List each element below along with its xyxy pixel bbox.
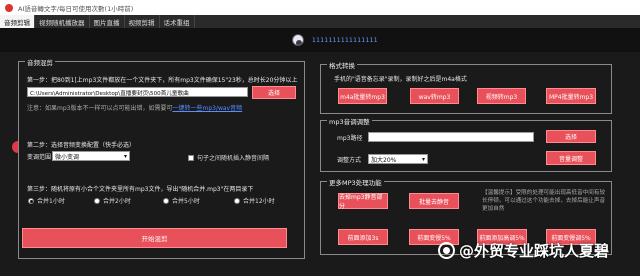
select-folder-button[interactable]: 选择 (252, 86, 296, 99)
note-text: 注意：如果mp3版本不一样可以点可能出错，如需要可一键转一些mp3/wav音频 (27, 103, 242, 112)
chevron-down-icon: ▾ (123, 152, 127, 160)
variation-select[interactable]: 微小变调 ▾ (52, 151, 130, 161)
add-3s-button[interactable]: 前面添加3s (338, 229, 388, 245)
tab-image-live[interactable]: 图片直播 (90, 15, 125, 28)
mp3-path-field[interactable] (368, 132, 534, 142)
folder-path-field[interactable]: C:\Users\Administrator\Desktop\直播要封页\500… (27, 87, 248, 97)
note-label: 注意：如果mp3版本不一样可以点可能出错，如需要可 (27, 105, 173, 112)
m4a-to-mp3-button[interactable]: m4a批量转mp3 (338, 88, 387, 104)
radio-label-5h: 合并5小时 (172, 198, 200, 205)
variation-label: 变调范围 (27, 154, 52, 161)
watermark-text: @外贸专业踩坑人夏碧 (459, 242, 610, 260)
select-mp3-button[interactable]: 选择 (546, 130, 596, 143)
tab-video-player[interactable]: 视频随机播放器 (35, 15, 90, 28)
watermark-icon (438, 242, 455, 259)
mp4-to-mp3-button[interactable]: MP4批量转mp3 (546, 88, 596, 104)
step2-text: 第二步：选择音频变换配置（快手必选） (27, 142, 136, 149)
wav-to-mp3-button[interactable]: wav转mp3 (410, 88, 459, 104)
convert-link[interactable]: 一键转一些mp3/wav音频 (172, 105, 242, 112)
tab-video-edit[interactable]: 视频剪辑 (125, 15, 160, 28)
mode-value: 加大20% (371, 156, 397, 164)
remove-silence-button[interactable]: 去掉mp3静音部分 (338, 193, 388, 210)
silence-checkbox[interactable]: 句子之间随机插入静音间隔 (188, 153, 269, 162)
menu-bar: 音频剪辑 视频随机播放器 图片直播 视频剪辑 话术重组 (0, 15, 640, 28)
tab-script-recombine[interactable]: 话术重组 (160, 15, 195, 28)
app-logo-icon (5, 3, 13, 12)
radio-dot-1h[interactable] (28, 197, 34, 204)
radio-12h[interactable]: 合并12小时 (234, 196, 275, 205)
radio-2h[interactable]: 合并2小时 (94, 196, 131, 205)
tune-title: mp3音调调整 (327, 116, 372, 126)
audio-merge-title: 音频混剪 (25, 57, 55, 67)
format-desc: 手机的"语音备忘录"录制，录制好之后是m4a格式 (334, 76, 467, 83)
radio-dot-12h[interactable] (234, 197, 240, 204)
mode-select[interactable]: 加大20% ▾ (368, 154, 428, 164)
volume-adjust-button[interactable]: 音量调整 (546, 151, 596, 165)
tab-audio-edit[interactable]: 音频剪辑 (0, 15, 35, 28)
more-title: 更多MP3处理功能 (327, 177, 384, 187)
radio-5h[interactable]: 合并5小时 (163, 196, 200, 205)
radio-dot-5h[interactable] (163, 197, 169, 204)
user-name: 1111111111111111 (312, 37, 378, 44)
radio-label-2h: 合并2小时 (103, 198, 131, 205)
checkbox-box[interactable] (188, 154, 194, 161)
silence-label: 句子之间随机插入静音间隔 (197, 155, 270, 162)
title-bar: AI語音轉文字/每日可使用次數(1小時前) (0, 0, 640, 15)
mode-label: 调整方式 (337, 157, 362, 164)
radio-dot-2h[interactable] (94, 197, 100, 204)
window-title: AI語音轉文字/每日可使用次數(1小時前) (18, 4, 134, 13)
step1-text: 第一步：把80到1[上mp3文件都放在一个文件夹下，所有mp3文件确保15"23… (27, 77, 298, 84)
video-to-mp3-button[interactable]: 视频转mp3 (477, 88, 526, 104)
info-text: 【温馨提示】受限的处理可能出现高低音中间有较长停顿，可以通过这个功能去掉，去掉后… (482, 190, 606, 212)
mp3-path-label: mp3路径 (337, 135, 363, 142)
variation-value: 微小变调 (55, 153, 80, 161)
chevron-down-icon: ▾ (421, 155, 425, 163)
radio-label-1h: 合并1小时 (37, 198, 65, 205)
format-title: 格式转换 (327, 60, 357, 70)
start-merge-button[interactable]: 开始混剪 (22, 228, 287, 248)
radio-1h[interactable]: 合并1小时 (28, 196, 65, 205)
batch-remove-silence-button[interactable]: 批量去静音 (409, 193, 459, 209)
radio-label-12h: 合并12小时 (243, 198, 275, 205)
watermark: @外贸专业踩坑人夏碧 (438, 240, 609, 261)
step3-text: 第三步：随机将原有小合个文件夹里所有mp3文件，导出"随机合并.mp3"在两目录… (27, 186, 254, 193)
avatar[interactable] (292, 34, 304, 46)
